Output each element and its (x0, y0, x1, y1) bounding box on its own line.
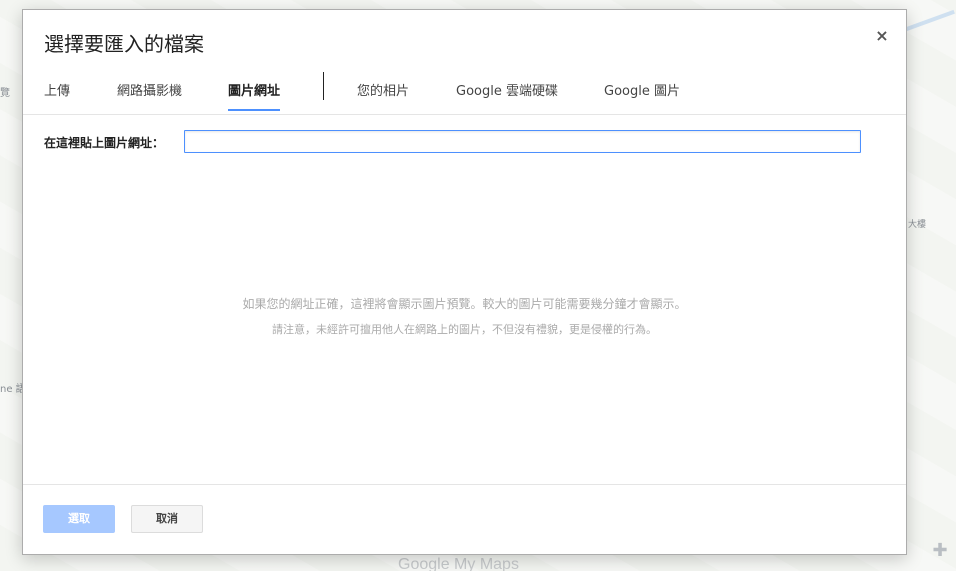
cancel-button[interactable]: 取消 (131, 505, 203, 533)
tab-your-photos[interactable]: 您的相片 (357, 80, 409, 109)
tab-bar: 上傳 網路攝影機 圖片網址 您的相片 Google 雲端硬碟 Google 圖片 (23, 72, 906, 115)
tab-google-images[interactable]: Google 圖片 (604, 80, 680, 109)
tab-webcam[interactable]: 網路攝影機 (117, 80, 182, 109)
copyright-notice-text: 請注意，未經許可擅用他人在網路上的圖片，不但沒有禮貌，更是侵權的行為。 (272, 323, 657, 336)
close-icon[interactable]: × (872, 26, 892, 46)
dialog-title: 選擇要匯入的檔案 (44, 32, 204, 56)
image-url-input[interactable] (184, 130, 861, 153)
url-input-label: 在這裡貼上圖片網址： (44, 136, 165, 150)
map-brand-logo: Google My Maps (398, 556, 519, 571)
tab-google-drive[interactable]: Google 雲端硬碟 (456, 80, 558, 109)
plus-icon[interactable]: ✚ (929, 540, 951, 562)
dialog-footer: 選取 取消 (23, 484, 906, 554)
map-label: 大樓 (908, 220, 927, 230)
map-label: 覽 (0, 88, 10, 99)
tab-upload[interactable]: 上傳 (44, 80, 70, 109)
preview-info-text: 如果您的網址正確，這裡將會顯示圖片預覽。較大的圖片可能需要幾分鐘才會顯示。 (242, 297, 687, 311)
tab-image-url[interactable]: 圖片網址 (228, 80, 281, 111)
tab-divider (323, 72, 324, 100)
select-button[interactable]: 選取 (43, 505, 115, 533)
import-file-dialog: 選擇要匯入的檔案 × 上傳 網路攝影機 圖片網址 您的相片 Google 雲端硬… (22, 9, 907, 555)
